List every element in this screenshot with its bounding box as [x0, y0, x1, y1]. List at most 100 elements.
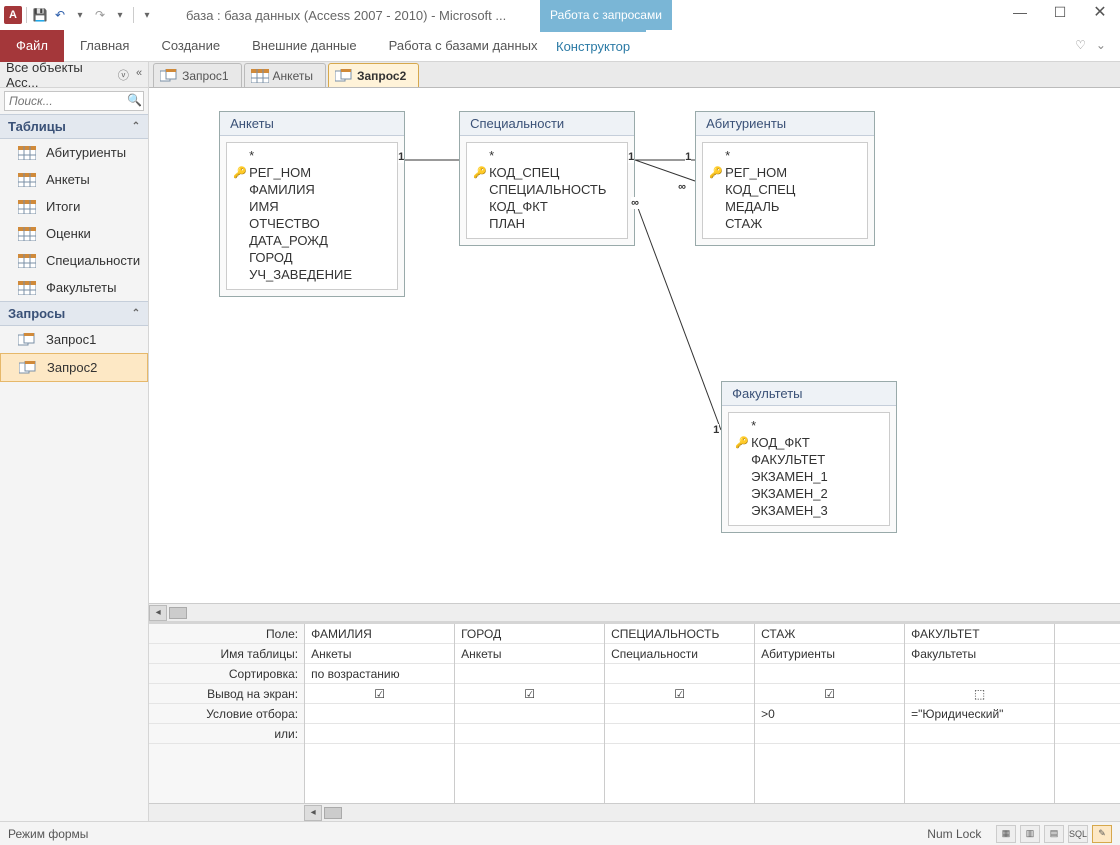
qbe-sort[interactable] — [905, 664, 1054, 684]
document-tab[interactable]: Анкеты — [244, 63, 326, 87]
table-field[interactable]: СПЕЦИАЛЬНОСТЬ — [473, 181, 621, 198]
table-box[interactable]: Специальности*🔑КОД_СПЕЦСПЕЦИАЛЬНОСТЬКОД_… — [459, 111, 635, 246]
qbe-column[interactable]: ГОРОДАнкеты☑ — [455, 624, 605, 803]
redo-icon[interactable]: ↷ — [91, 6, 109, 24]
table-box[interactable]: Анкеты*🔑РЕГ_НОМФАМИЛИЯИМЯОТЧЕСТВОДАТА_РО… — [219, 111, 405, 297]
ribbon-collapse-icon[interactable]: ♡ ⌄ — [1075, 38, 1106, 52]
table-box[interactable]: Факультеты*🔑КОД_ФКТФАКУЛЬТЕТЭКЗАМЕН_1ЭКЗ… — [721, 381, 897, 533]
nav-collapse-icon[interactable]: « — [136, 67, 142, 83]
qbe-field[interactable]: ГОРОД — [455, 624, 604, 644]
qbe-table[interactable]: Факультеты — [905, 644, 1054, 664]
qbe-sort[interactable] — [455, 664, 604, 684]
nav-item[interactable]: Запрос2 — [0, 353, 148, 382]
qbe-column[interactable]: СТАЖАбитуриенты ☑>0 — [755, 624, 905, 803]
table-field[interactable]: ГОРОД — [233, 249, 391, 266]
qbe-or[interactable] — [905, 724, 1054, 744]
ribbon-tab-dbtools[interactable]: Работа с базами данных — [373, 30, 554, 62]
view-datasheet-button[interactable]: ▦ — [996, 825, 1016, 843]
table-field[interactable]: 🔑КОД_СПЕЦ — [473, 164, 621, 181]
qbe-h-scrollbar[interactable]: ◂ ▸ — [149, 803, 1120, 821]
nav-item[interactable]: Специальности — [0, 247, 148, 274]
table-field[interactable]: ЭКЗАМЕН_1 — [735, 468, 883, 485]
table-field[interactable]: ИМЯ — [233, 198, 391, 215]
ribbon-tab-external[interactable]: Внешние данные — [236, 30, 373, 62]
table-field[interactable]: МЕДАЛЬ — [709, 198, 861, 215]
nav-item[interactable]: Анкеты — [0, 166, 148, 193]
view-chart-button[interactable]: ▤ — [1044, 825, 1064, 843]
ribbon-tab-create[interactable]: Создание — [145, 30, 236, 62]
table-box[interactable]: Абитуриенты*🔑РЕГ_НОМКОД_СПЕЦМЕДАЛЬСТАЖ — [695, 111, 875, 246]
qbe-table[interactable]: Специальности — [605, 644, 754, 664]
table-field[interactable]: * — [473, 147, 621, 164]
scroll-left-button[interactable]: ◂ — [149, 605, 167, 621]
table-field[interactable]: ФАМИЛИЯ — [233, 181, 391, 198]
nav-item[interactable]: Запрос1 — [0, 326, 148, 353]
nav-group-header[interactable]: Запросы⌃ — [0, 301, 148, 326]
nav-item[interactable]: Итоги — [0, 193, 148, 220]
qbe-or[interactable] — [455, 724, 604, 744]
qat-customize-icon[interactable]: ▾ — [138, 6, 156, 24]
table-field[interactable]: ПЛАН — [473, 215, 621, 232]
table-field[interactable]: ФАКУЛЬТЕТ — [735, 451, 883, 468]
qbe-scroll-thumb[interactable] — [324, 807, 342, 819]
search-icon[interactable]: 🔍 — [127, 93, 142, 107]
qbe-or[interactable] — [755, 724, 904, 744]
query-design-surface[interactable]: Анкеты*🔑РЕГ_НОМФАМИЛИЯИМЯОТЧЕСТВОДАТА_РО… — [149, 88, 1120, 603]
table-field[interactable]: * — [233, 147, 391, 164]
ribbon-tab-home[interactable]: Главная — [64, 30, 145, 62]
table-field[interactable]: 🔑РЕГ_НОМ — [233, 164, 391, 181]
qbe-table[interactable]: Анкеты — [455, 644, 604, 664]
table-field[interactable]: * — [709, 147, 861, 164]
undo-dropdown-icon[interactable]: ▾ — [71, 6, 89, 24]
qbe-field[interactable]: ФАМИЛИЯ — [305, 624, 454, 644]
nav-filter-dropdown-icon[interactable]: ⓥ — [118, 67, 129, 83]
nav-pane-header[interactable]: Все объекты Acc... ⓥ « — [0, 62, 148, 88]
qbe-column[interactable]: ФАМИЛИЯАнкетыпо возрастанию☑ — [305, 624, 455, 803]
view-design-button[interactable]: ✎ — [1092, 825, 1112, 843]
file-tab[interactable]: Файл — [0, 30, 64, 62]
view-sql-button[interactable]: SQL — [1068, 825, 1088, 843]
maximize-button[interactable]: ☐ — [1040, 0, 1080, 24]
qbe-criteria[interactable]: >0 — [755, 704, 904, 724]
qbe-column[interactable]: ФАКУЛЬТЕТФакультеты ⬚="Юридический" — [905, 624, 1055, 803]
qbe-criteria[interactable] — [605, 704, 754, 724]
qbe-show-checkbox[interactable]: ☑ — [605, 684, 754, 704]
qbe-table[interactable]: Абитуриенты — [755, 644, 904, 664]
qbe-criteria[interactable] — [455, 704, 604, 724]
table-field[interactable]: 🔑РЕГ_НОМ — [709, 164, 861, 181]
ribbon-tab-design[interactable]: Конструктор — [540, 30, 646, 62]
table-field[interactable]: СТАЖ — [709, 215, 861, 232]
minimize-button[interactable]: — — [1000, 0, 1040, 24]
qbe-sort[interactable]: по возрастанию — [305, 664, 454, 684]
qbe-field[interactable]: ФАКУЛЬТЕТ — [905, 624, 1054, 644]
qbe-criteria[interactable] — [305, 704, 454, 724]
scroll-thumb[interactable] — [169, 607, 187, 619]
qbe-sort[interactable] — [755, 664, 904, 684]
table-field[interactable]: 🔑КОД_ФКТ — [735, 434, 883, 451]
search-input[interactable] — [4, 91, 144, 111]
table-field[interactable]: УЧ_ЗАВЕДЕНИЕ — [233, 266, 391, 283]
qbe-table[interactable]: Анкеты — [305, 644, 454, 664]
qbe-show-checkbox[interactable]: ☑ — [755, 684, 904, 704]
qbe-or[interactable] — [305, 724, 454, 744]
nav-group-header[interactable]: Таблицы⌃ — [0, 114, 148, 139]
qbe-criteria[interactable]: ="Юридический" — [905, 704, 1054, 724]
table-field[interactable]: ДАТА_РОЖД — [233, 232, 391, 249]
document-tab[interactable]: Запрос1 — [153, 63, 241, 87]
qbe-field[interactable]: СПЕЦИАЛЬНОСТЬ — [605, 624, 754, 644]
qbe-scroll-left-button[interactable]: ◂ — [304, 805, 322, 821]
table-field[interactable]: ЭКЗАМЕН_2 — [735, 485, 883, 502]
nav-item[interactable]: Факультеты — [0, 274, 148, 301]
document-tab[interactable]: Запрос2 — [328, 63, 419, 87]
close-button[interactable]: ✕ — [1080, 0, 1120, 24]
qbe-or[interactable] — [605, 724, 754, 744]
design-h-scrollbar[interactable]: ◂ ▸ — [149, 603, 1120, 621]
qbe-show-checkbox[interactable]: ⬚ — [905, 684, 1054, 704]
qbe-column[interactable]: СПЕЦИАЛЬНОСТЬСпециальности ☑ — [605, 624, 755, 803]
app-icon[interactable]: A — [4, 6, 22, 24]
qbe-field[interactable]: СТАЖ — [755, 624, 904, 644]
save-icon[interactable]: 💾 — [31, 6, 49, 24]
table-field[interactable]: * — [735, 417, 883, 434]
nav-item[interactable]: Абитуриенты — [0, 139, 148, 166]
qbe-sort[interactable] — [605, 664, 754, 684]
